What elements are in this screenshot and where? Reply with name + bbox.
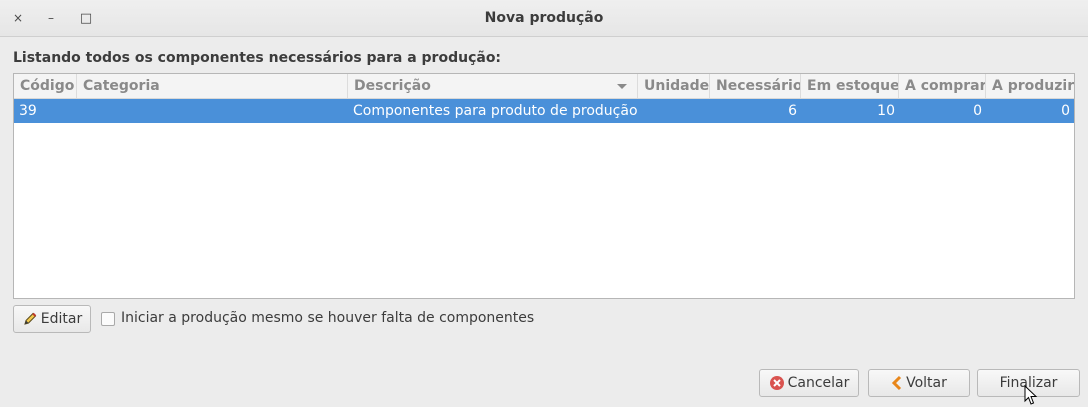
cancel-button-label: Cancelar — [787, 375, 850, 391]
column-header-descricao-label: Descrição — [354, 78, 431, 94]
cell-necessario: 6 — [788, 103, 797, 119]
pencil-icon — [24, 312, 36, 325]
table-row[interactable]: 39 Componentes para produto de produção … — [14, 99, 1074, 123]
edit-button-label: Editar — [40, 311, 83, 327]
start-production-checkbox-label[interactable]: Iniciar a produção mesmo se houver falta… — [121, 310, 534, 326]
cancel-icon — [769, 376, 784, 390]
back-button[interactable]: Voltar — [868, 369, 970, 397]
cell-em-estoque: 10 — [877, 103, 895, 119]
column-header-em-estoque[interactable]: Em estoque — [801, 74, 899, 98]
column-header-a-produzir[interactable]: A produzir — [986, 74, 1074, 98]
mouse-pointer-icon — [1024, 385, 1038, 405]
components-table[interactable]: Código Categoria Descrição Unidade Neces… — [13, 73, 1075, 299]
components-heading: Listando todos os componentes necessário… — [13, 50, 502, 66]
column-header-a-comprar[interactable]: A comprar — [899, 74, 986, 98]
chevron-left-icon — [891, 375, 902, 391]
window-title: Nova produção — [484, 10, 604, 26]
table-header: Código Categoria Descrição Unidade Neces… — [14, 74, 1074, 99]
cell-a-produzir: 0 — [1061, 103, 1070, 119]
column-header-categoria[interactable]: Categoria — [77, 74, 348, 98]
back-button-label: Voltar — [906, 375, 947, 391]
cell-descricao: Componentes para produto de produção — [353, 103, 638, 119]
cell-categoria — [77, 99, 348, 123]
sort-descending-icon — [617, 84, 627, 89]
edit-button[interactable]: Editar — [13, 305, 91, 333]
start-production-checkbox[interactable] — [101, 312, 115, 326]
column-header-codigo[interactable]: Código — [14, 74, 77, 98]
cell-unidade — [638, 99, 710, 123]
cell-a-comprar: 0 — [973, 103, 982, 119]
column-header-unidade[interactable]: Unidade — [638, 74, 710, 98]
column-header-descricao[interactable]: Descrição — [348, 74, 638, 98]
title-bar: × – □ Nova produção — [0, 0, 1088, 37]
column-header-necessario[interactable]: Necessário — [710, 74, 801, 98]
cell-codigo: 39 — [19, 103, 37, 119]
cancel-button[interactable]: Cancelar — [759, 369, 859, 397]
